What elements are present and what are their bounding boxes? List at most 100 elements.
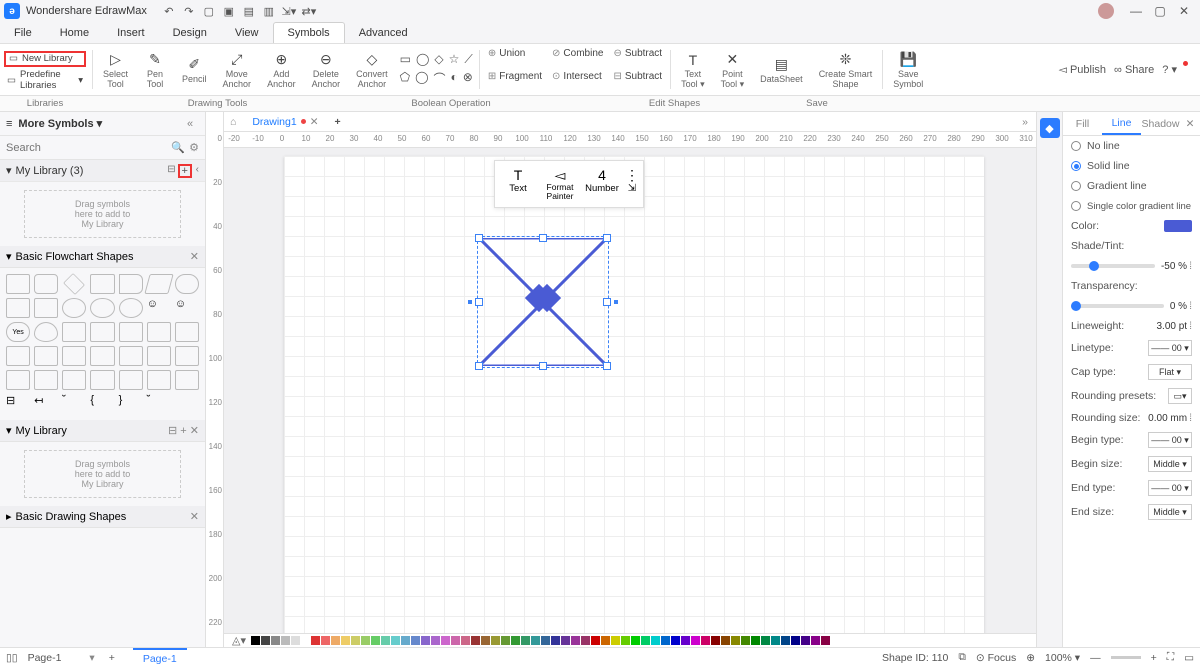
lib-options-icon[interactable]: ⊟ + ✕ <box>168 425 199 437</box>
shape-primitive[interactable]: ◯ <box>415 70 428 87</box>
shape-item[interactable] <box>119 274 143 294</box>
solidline-radio[interactable]: Solid line <box>1063 156 1200 176</box>
color-swatch[interactable] <box>281 636 290 645</box>
captype-select[interactable]: Flat ▾ <box>1148 364 1192 380</box>
tool-move[interactable]: ⤢MoveAnchor <box>215 44 260 95</box>
color-swatch[interactable] <box>301 636 310 645</box>
page-tab[interactable]: Page-1 <box>133 648 187 667</box>
text-tool-button[interactable]: TText <box>497 163 539 205</box>
shape-primitive[interactable]: ◯ <box>416 52 429 67</box>
zoom-out-button[interactable]: — <box>1090 652 1101 664</box>
page-menu-icon[interactable]: ▾ <box>89 652 94 664</box>
shape-primitive[interactable]: ▭ <box>400 52 411 67</box>
close-panel-icon[interactable]: ✕ <box>1180 112 1200 135</box>
edit-text[interactable]: TTextTool ▾ <box>673 44 713 95</box>
tab-fill[interactable]: Fill <box>1063 112 1102 135</box>
color-swatch[interactable] <box>801 636 810 645</box>
minimize-icon[interactable]: — <box>1124 4 1148 18</box>
collapse-right-icon[interactable]: » <box>1014 116 1036 128</box>
shape-item[interactable] <box>175 346 199 366</box>
shape-item[interactable] <box>175 322 199 342</box>
mylib2-dropzone[interactable]: Drag symbols here to add to My Library <box>24 450 181 498</box>
tab-drawing1[interactable]: Drawing1 ✕ <box>242 116 328 128</box>
shape-item[interactable] <box>6 298 30 318</box>
color-swatch[interactable] <box>431 636 440 645</box>
color-swatch[interactable] <box>611 636 620 645</box>
collapse-left-icon[interactable]: « <box>181 118 199 130</box>
export-icon[interactable]: ⇲▾ <box>280 3 298 19</box>
shape-item[interactable] <box>62 322 86 342</box>
color-swatch[interactable] <box>391 636 400 645</box>
layers-icon[interactable]: ⧉ <box>958 651 966 664</box>
edit-create-smart[interactable]: ❊Create SmartShape <box>811 44 881 95</box>
tab-close-icon[interactable]: ✕ <box>310 116 319 128</box>
menu-advanced[interactable]: Advanced <box>345 22 422 43</box>
color-swatch[interactable] <box>671 636 680 645</box>
color-swatch[interactable] <box>751 636 760 645</box>
shape-item[interactable] <box>175 274 199 294</box>
format-painter-button[interactable]: ◅Format Painter <box>539 163 581 205</box>
shape-item[interactable] <box>34 346 58 366</box>
color-swatch[interactable] <box>401 636 410 645</box>
color-swatch[interactable] <box>481 636 490 645</box>
beginsize-select[interactable]: Middle ▾ <box>1148 456 1192 472</box>
undo-icon[interactable]: ↶ <box>160 3 178 19</box>
expand-icon[interactable]: ▾ <box>6 424 12 437</box>
color-swatch[interactable] <box>621 636 630 645</box>
color-swatch[interactable] <box>661 636 670 645</box>
color-swatch[interactable] <box>461 636 470 645</box>
focus-button[interactable]: ⊙ Focus <box>976 652 1016 664</box>
shape-item[interactable] <box>90 370 114 390</box>
add-page-button[interactable]: + <box>109 652 115 664</box>
shape-item[interactable] <box>63 273 85 295</box>
menu-file[interactable]: File <box>0 22 46 43</box>
tool-delete[interactable]: ⊖DeleteAnchor <box>304 44 349 95</box>
color-swatch[interactable] <box>451 636 460 645</box>
more-tools-icon[interactable]: ⋮⇲ <box>623 163 641 205</box>
color-swatch[interactable] <box>441 636 450 645</box>
shape-primitive[interactable]: ⊗ <box>463 70 473 87</box>
shape-item[interactable] <box>119 346 143 366</box>
shape-item[interactable] <box>6 274 30 294</box>
shape-item[interactable] <box>144 274 173 294</box>
tab-line[interactable]: Line <box>1102 112 1141 135</box>
menu-insert[interactable]: Insert <box>103 22 159 43</box>
color-swatch[interactable] <box>731 636 740 645</box>
menu-view[interactable]: View <box>221 22 273 43</box>
add-to-library-button[interactable]: + <box>178 164 192 178</box>
shape-item[interactable]: ˘ <box>147 394 171 414</box>
expand-icon[interactable]: ▾ <box>6 250 12 263</box>
color-swatch[interactable] <box>681 636 690 645</box>
color-swatch[interactable] <box>271 636 280 645</box>
shape-item[interactable] <box>34 370 58 390</box>
shape-item[interactable] <box>147 370 171 390</box>
color-swatch[interactable] <box>541 636 550 645</box>
shape-item[interactable] <box>119 322 143 342</box>
color-swatch[interactable] <box>471 636 480 645</box>
color-swatch[interactable] <box>331 636 340 645</box>
qa-icon[interactable]: ▤ <box>240 3 258 19</box>
color-swatch[interactable] <box>641 636 650 645</box>
shape-item[interactable] <box>34 322 58 342</box>
mylib-expand-icon[interactable]: ▾ <box>6 164 12 177</box>
tool-add[interactable]: ⊕AddAnchor <box>259 44 304 95</box>
redo-icon[interactable]: ↷ <box>180 3 198 19</box>
lib-close-icon[interactable]: ‹ <box>196 164 199 178</box>
color-swatch[interactable] <box>261 636 270 645</box>
lib-options-icon[interactable]: ⊟ <box>167 164 175 178</box>
home-tab-icon[interactable]: ⌂ <box>224 116 242 128</box>
color-swatch[interactable] <box>771 636 780 645</box>
tab-shadow[interactable]: Shadow <box>1141 112 1180 135</box>
fullscreen-icon[interactable]: ⛶ <box>1167 651 1174 664</box>
noline-radio[interactable]: No line <box>1063 136 1200 156</box>
bool-union[interactable]: ⊕Union <box>488 48 542 69</box>
shape-item[interactable] <box>6 370 30 390</box>
edit-datasheet[interactable]: ▤DataSheet <box>752 44 811 95</box>
color-swatch[interactable] <box>581 636 590 645</box>
shape-item[interactable]: ☺ <box>175 298 199 318</box>
color-swatch[interactable] <box>551 636 560 645</box>
expand-icon[interactable]: ▸ <box>6 510 12 523</box>
maximize-icon[interactable]: ▢ <box>1148 4 1172 18</box>
menu-design[interactable]: Design <box>159 22 221 43</box>
shape-item[interactable] <box>6 346 30 366</box>
